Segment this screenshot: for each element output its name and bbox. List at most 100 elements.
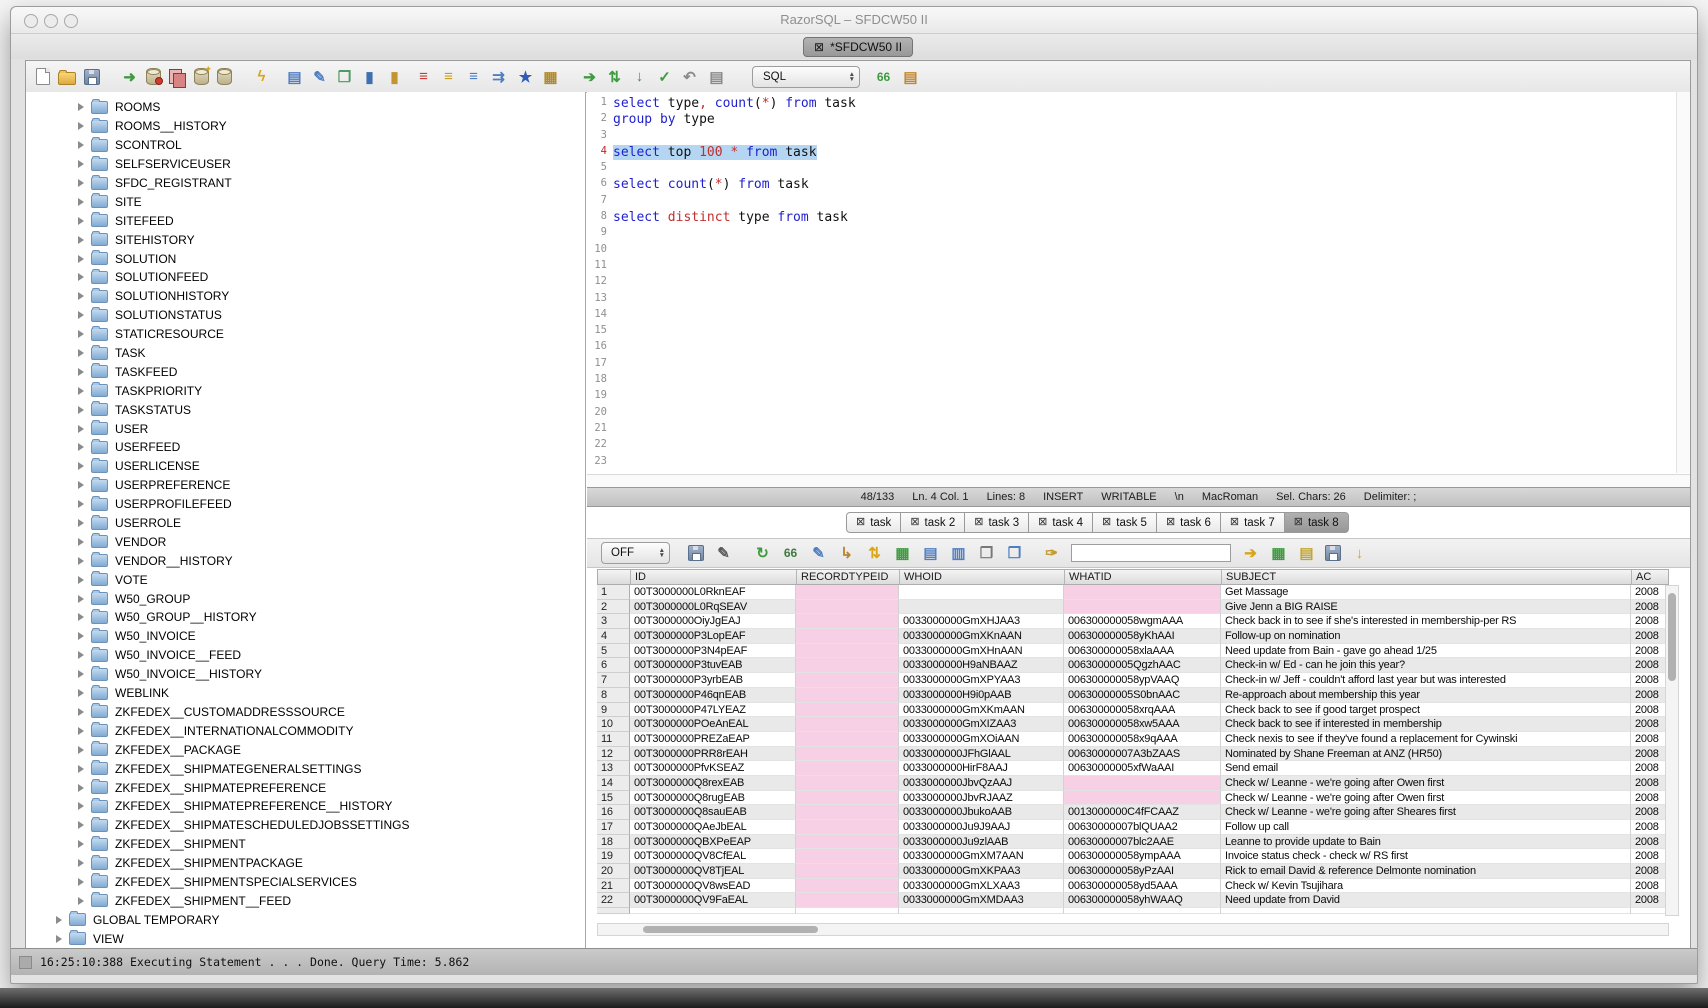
sidebar-item-selfserviceuser[interactable]: SELFSERVICEUSER [26, 155, 585, 174]
sidebar-item-taskfeed[interactable]: TASKFEED [26, 362, 585, 381]
cell-ac[interactable]: 2008 [1631, 658, 1669, 673]
sidebar-item-view[interactable]: VIEW [26, 929, 585, 948]
sidebar-item-global-temporary[interactable]: GLOBAL TEMPORARY [26, 910, 585, 929]
statement-type-select[interactable]: SQL ▲▼ [752, 66, 860, 88]
copy-table-icon[interactable]: ❒ [1005, 543, 1024, 563]
view-glasses-icon[interactable]: 66 [781, 543, 800, 563]
sidebar-item-sitehistory[interactable]: SITEHISTORY [26, 230, 585, 249]
new-file-icon[interactable] [36, 68, 50, 85]
cell-id[interactable]: 00T3000000PREZaEAP [630, 732, 796, 747]
sidebar-item-zkfedex-shipmentspecialservices[interactable]: ZKFEDEX__SHIPMENTSPECIALSERVICES [26, 873, 585, 892]
disclosure-triangle-icon[interactable] [78, 179, 84, 187]
table-view-icon[interactable]: ▥ [949, 543, 968, 563]
book-gold-icon[interactable]: ▮ [385, 67, 404, 87]
disclosure-triangle-icon[interactable] [78, 349, 84, 357]
cell-whoid[interactable]: 0033000000GmXOiAAN [899, 732, 1064, 747]
cell-id[interactable]: 00T3000000POeAnEAL [630, 717, 796, 732]
cell-whoid[interactable]: 0033000000JbvQzAAJ [899, 776, 1064, 791]
cell-recordtypeid[interactable] [796, 879, 899, 894]
close-tab-icon[interactable]: ⊠ [1102, 517, 1111, 528]
describe-table-icon[interactable]: ▤ [901, 67, 920, 87]
swap-arrows-icon[interactable]: ⇅ [605, 67, 624, 87]
open-file-icon[interactable] [58, 72, 76, 85]
cell-id[interactable]: 00T3000000P3N4pEAF [630, 644, 796, 659]
reload-table-icon[interactable]: ▦ [893, 543, 912, 563]
cell-ac[interactable]: 2008 [1631, 791, 1669, 806]
cell-ac[interactable]: 2008 [1631, 893, 1669, 908]
row-number-cell[interactable]: 2 [597, 600, 630, 615]
column-header-whoid[interactable]: WHOID [900, 570, 1065, 584]
format-sql-icon[interactable]: ⇉ [489, 67, 508, 87]
cell-subject[interactable]: Send email [1221, 761, 1631, 776]
cell-whatid[interactable]: 00630000005xfWaAAI [1064, 761, 1221, 776]
cell-recordtypeid[interactable] [796, 776, 899, 791]
disconnect-db-icon[interactable] [169, 69, 182, 84]
sidebar-item-scontrol[interactable]: SCONTROL [26, 136, 585, 155]
table-row[interactable]: 1700T3000000QAeJbEAL0033000000Ju9J9AAJ00… [597, 820, 1669, 835]
notes-icon[interactable]: ▤ [1297, 543, 1316, 563]
table-row[interactable]: 500T3000000P3N4pEAF0033000000GmXHnAAN006… [597, 644, 1669, 659]
sidebar-item-rooms[interactable]: ROOMS [26, 98, 585, 117]
sidebar-item-sitefeed[interactable]: SITEFEED [26, 211, 585, 230]
disclosure-triangle-icon[interactable] [78, 632, 84, 640]
row-number-cell[interactable]: 14 [597, 776, 630, 791]
sql-editor[interactable]: 1234567891011121314151617181920212223 se… [587, 92, 1690, 473]
cell-ac[interactable]: 2008 [1631, 776, 1669, 791]
disclosure-triangle-icon[interactable] [78, 821, 84, 829]
disclosure-triangle-icon[interactable] [78, 708, 84, 716]
sidebar-item-solutionhistory[interactable]: SOLUTIONHISTORY [26, 287, 585, 306]
table-row[interactable]: 1000T3000000POeAnEAL0033000000GmXIZAA300… [597, 717, 1669, 732]
close-tab-icon[interactable]: ⊠ [910, 517, 919, 528]
sidebar-item-zkfedex-shipmatepreference[interactable]: ZKFEDEX__SHIPMATEPREFERENCE [26, 778, 585, 797]
scrollbar-thumb[interactable] [1668, 593, 1676, 681]
cell-id[interactable]: 00T3000000OiyJgEAJ [630, 614, 796, 629]
disclosure-triangle-icon[interactable] [78, 103, 84, 111]
favorites-star-icon[interactable]: ★ [516, 67, 535, 87]
result-tab-task-8[interactable]: ⊠task 8 [1285, 512, 1349, 533]
cell-ac[interactable]: 2008 [1631, 614, 1669, 629]
sort-arrows-icon[interactable]: ⇅ [865, 543, 884, 563]
table-row[interactable]: 2000T3000000QV8TjEAL0033000000GmXKPAA300… [597, 864, 1669, 879]
cell-id[interactable]: 00T3000000L0RknEAF [630, 585, 796, 600]
disclosure-triangle-icon[interactable] [78, 462, 84, 470]
grid-horizontal-scrollbar[interactable] [597, 923, 1669, 936]
cell-ac[interactable]: 2008 [1631, 820, 1669, 835]
disclosure-triangle-icon[interactable] [78, 292, 84, 300]
disclosure-triangle-icon[interactable] [78, 689, 84, 697]
row-number-cell[interactable]: 9 [597, 703, 630, 718]
cell-subject[interactable]: Check w/ Kevin Tsujihara [1221, 879, 1631, 894]
table-row[interactable]: 2100T3000000QV8wsEAD0033000000GmXLXAA300… [597, 879, 1669, 894]
cell-whoid[interactable]: 0033000000JbvRJAAZ [899, 791, 1064, 806]
row-number-cell[interactable]: 22 [597, 893, 630, 908]
cell-ac[interactable]: 2008 [1631, 644, 1669, 659]
result-tab-task-4[interactable]: ⊠task 4 [1029, 512, 1093, 533]
row-number-cell[interactable]: 18 [597, 835, 630, 850]
cell-recordtypeid[interactable] [796, 629, 899, 644]
cell-whoid[interactable]: 0033000000GmXIZAA3 [899, 717, 1064, 732]
refresh-results-icon[interactable]: ↻ [753, 543, 772, 563]
disclosure-triangle-icon[interactable] [78, 330, 84, 338]
result-tab-task-5[interactable]: ⊠task 5 [1093, 512, 1157, 533]
save-results-icon[interactable] [688, 545, 704, 561]
result-tab-task-6[interactable]: ⊠task 6 [1157, 512, 1221, 533]
download-arrow-icon[interactable]: ↓ [1350, 543, 1369, 563]
preview-glasses-icon[interactable]: 66 [874, 67, 893, 87]
table-row[interactable]: 1500T3000000Q8rugEAB0033000000JbvRJAAZCh… [597, 791, 1669, 806]
cell-recordtypeid[interactable] [796, 805, 899, 820]
table-row[interactable]: 100T3000000L0RknEAFGet Massage2008 [597, 585, 1669, 600]
sidebar-item-vendor[interactable]: VENDOR [26, 532, 585, 551]
cell-whatid[interactable]: 00630000007A3bZAAS [1064, 747, 1221, 762]
cell-recordtypeid[interactable] [796, 820, 899, 835]
disclosure-triangle-icon[interactable] [78, 784, 84, 792]
list-red-icon[interactable]: ≡ [414, 67, 433, 87]
close-tab-icon[interactable]: ⊠ [856, 517, 865, 528]
close-tab-icon[interactable]: ⊠ [1038, 517, 1047, 528]
cell-subject[interactable]: Get Massage [1221, 585, 1631, 600]
cell-whoid[interactable]: 0033000000GmXPYAA3 [899, 673, 1064, 688]
cell-whatid[interactable]: 006300000058wgmAAA [1064, 614, 1221, 629]
table-row[interactable]: 200T3000000L0RqSEAVGive Jenn a BIG RAISE… [597, 600, 1669, 615]
cell-id[interactable]: 00T3000000QV8TjEAL [630, 864, 796, 879]
cell-whatid[interactable]: 006300000058x9qAAA [1064, 732, 1221, 747]
row-number-cell[interactable]: 12 [597, 747, 630, 762]
cell-whatid[interactable]: 006300000058xw5AAA [1064, 717, 1221, 732]
